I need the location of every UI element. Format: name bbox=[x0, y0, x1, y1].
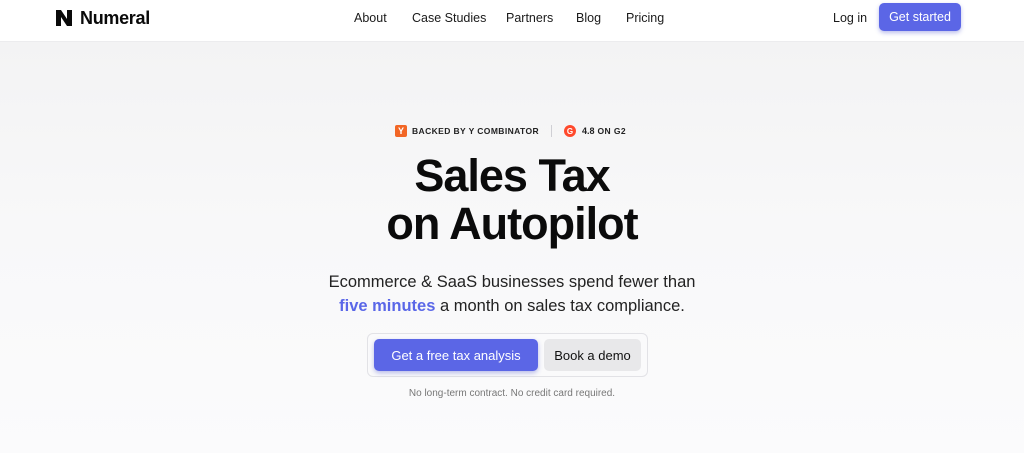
nav-link-partners[interactable]: Partners bbox=[506, 10, 553, 26]
get-started-button[interactable]: Get started bbox=[879, 3, 961, 31]
badge-divider bbox=[551, 125, 553, 137]
subhead-line-1: Ecommerce & SaaS businesses spend fewer … bbox=[328, 273, 696, 291]
hero-headline: Sales Tax on Autopilot bbox=[0, 152, 1024, 248]
y-combinator-icon: Y bbox=[395, 125, 407, 137]
top-navbar: Numeral About Case Studies Partners Blog… bbox=[0, 0, 1024, 42]
login-link[interactable]: Log in bbox=[833, 10, 867, 26]
book-demo-button[interactable]: Book a demo bbox=[544, 339, 641, 371]
headline-line-2: on Autopilot bbox=[386, 198, 638, 249]
logo-link[interactable]: Numeral bbox=[55, 8, 150, 28]
numeral-logo-icon bbox=[56, 10, 72, 26]
cta-footnote: No long-term contract. No credit card re… bbox=[408, 388, 616, 399]
hero-subheadline: Ecommerce & SaaS businesses spend fewer … bbox=[0, 270, 1024, 318]
logo-text: Numeral bbox=[80, 7, 150, 28]
nav-link-about[interactable]: About bbox=[354, 10, 387, 26]
g2-rating: 4.8 bbox=[582, 126, 595, 136]
headline-line-1: Sales Tax bbox=[414, 150, 610, 201]
free-tax-analysis-button[interactable]: Get a free tax analysis bbox=[374, 339, 538, 371]
yc-badge-text: BACKED BY Y COMBINATOR bbox=[412, 126, 540, 136]
trust-badges: Y BACKED BY Y COMBINATOR G 4.8 ON G2 bbox=[395, 124, 626, 138]
g2-icon: G bbox=[564, 125, 577, 137]
nav-link-blog[interactable]: Blog bbox=[576, 10, 601, 26]
nav-link-case-studies[interactable]: Case Studies bbox=[412, 10, 486, 26]
g2-rating-suffix: ON G2 bbox=[597, 126, 626, 136]
subhead-line-2: a month on sales tax compliance. bbox=[435, 297, 685, 315]
subhead-highlight: five minutes bbox=[339, 297, 436, 315]
nav-link-pricing[interactable]: Pricing bbox=[626, 10, 664, 26]
